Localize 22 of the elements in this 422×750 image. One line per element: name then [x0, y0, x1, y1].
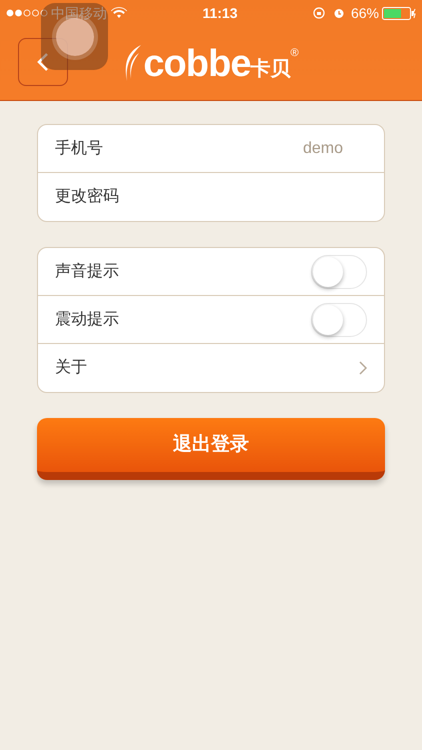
row-value: demo: [302, 138, 343, 158]
logo-text: cobbe: [143, 45, 251, 83]
row-label: 声音提示: [55, 262, 119, 282]
battery-icon: [382, 6, 416, 20]
assistive-touch-button[interactable]: [41, 3, 108, 70]
logo-chinese-text: 卡贝: [250, 59, 291, 79]
alarm-icon: [332, 7, 345, 19]
row-label: 更改密码: [55, 186, 119, 207]
carrier-name: 中国移动: [51, 4, 107, 22]
signal-icon: [6, 9, 48, 17]
registered-mark: ®: [290, 46, 299, 59]
clock-time: 11:13: [202, 4, 238, 22]
rotation-lock-icon: [312, 7, 325, 19]
logout-button[interactable]: 退出登录: [37, 418, 385, 480]
row-label: 震动提示: [55, 310, 119, 330]
chevron-right-icon: [359, 361, 367, 375]
row-label: 手机号: [55, 138, 103, 158]
toggle-switch[interactable]: [311, 302, 367, 336]
row-label: 关于: [55, 358, 87, 378]
toggle-switch[interactable]: [311, 254, 367, 288]
battery-percent: 66%: [350, 4, 379, 22]
wifi-icon: [111, 7, 127, 19]
